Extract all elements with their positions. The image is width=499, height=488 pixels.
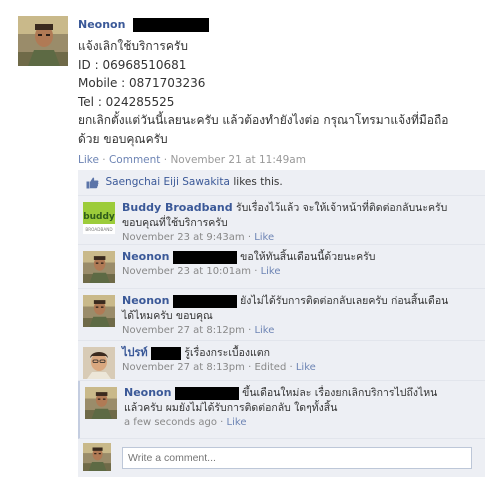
separator-dot: · [102,154,109,166]
comment-meta: November 27 at 8:12pm · Like [122,325,275,336]
comment-author[interactable]: Neonon [124,386,171,399]
comment-body: Neonon ขึ้นเดือนใหม่ละ เรื่องยกเลิกบริกา… [124,385,479,428]
post-message-line: ยกเลิกตั้งแต่วันนี้เลยนะครับ แล้วต้องทำย… [78,113,449,127]
comment-item-new: Neonon ขึ้นเดือนใหม่ละ เรื่องยกเลิกบริกา… [78,381,485,439]
redaction-bar [174,386,239,400]
commenter-avatar[interactable] [83,251,115,283]
redaction-bar [151,346,182,360]
comment-body: Neonon ยังไม่ได้รับการติดต่อกลับเลยครับ … [122,293,477,336]
post-message-line: ด้วย ขอบคุณครับ [78,131,168,146]
comment-meta: November 23 at 10:01am · Like [122,266,281,277]
comment-timestamp[interactable]: November 23 at 9:43am [122,232,245,243]
comment-author[interactable]: Neonon [122,294,169,307]
comment-meta: November 23 at 9:43am · Like [122,232,275,243]
post-like-link[interactable]: Like [78,154,99,166]
comment-text: ขอบคุณที่ใช้บริการครับ [122,217,228,229]
commenter-avatar[interactable] [83,347,115,379]
comment-body: Neonon ขอให้ทันสิ้นเดือนนี้ด้วยนะครับ No… [122,249,477,277]
comment-text: รู้เรื่องกระเบื้องแตก [184,347,270,359]
comment-timestamp[interactable]: November 27 at 8:13pm [122,362,245,373]
comment-text: ยังไม่ได้รับการติดต่อกลับเลยครับ ก่อนสิ้… [240,295,449,307]
comment-timestamp[interactable]: November 27 at 8:12pm [122,325,245,336]
redaction-bar [132,18,209,32]
comment-like-link[interactable]: Like [254,232,274,243]
commenter-avatar[interactable] [85,387,117,419]
comment-meta: November 27 at 8:13pm · Edited · Like [122,362,316,373]
post-timestamp[interactable]: November 21 at 11:49am [170,154,305,166]
comment-text: ขึ้นเดือนใหม่ละ เรื่องยกเลิกบริการไปถึงไ… [242,387,438,399]
redaction-bar [172,250,237,264]
comment-author[interactable]: ไปรท์ [122,346,148,359]
write-comment-input[interactable] [122,447,472,469]
thumbs-up-icon [86,177,99,188]
comment-meta: a few seconds ago · Like [124,417,247,428]
buddy-broadband-logo[interactable]: buddy BROADBAND [83,202,115,234]
post-message-line: Tel : 024285525 [78,94,175,109]
post-message-line: ID : 06968510681 [78,57,187,72]
comment-edited-label[interactable]: Edited [254,362,286,373]
comment-body: Buddy Broadband รับเรื่องไว้แล้ว จะให้เจ… [122,200,477,243]
post-author-name[interactable]: Neonon [78,18,125,31]
comment-timestamp[interactable]: a few seconds ago [124,417,217,428]
post-body: Neonon แจ้งเลิกใช้บริการครับ ID : 069685… [78,18,488,166]
likes-summary: Saengchai Eiji Sawakita likes this. [78,170,485,196]
comment-text: แล้วครับ ผมยังไม่ได้รับการติดต่อกลับ ใดๆ… [124,402,338,414]
comment-like-link[interactable]: Like [254,325,274,336]
likes-suffix: likes this. [233,176,283,188]
feedback-box: Saengchai Eiji Sawakita likes this. budd… [78,170,485,477]
comment-composer [78,439,485,477]
comment-item: Neonon ยังไม่ได้รับการติดต่อกลับเลยครับ … [78,289,485,341]
comment-text: รับเรื่องไว้แล้ว จะให้เจ้าหน้าที่ติดต่อก… [235,202,448,214]
svg-text:buddy: buddy [83,212,115,222]
post-actions: Like · Comment · November 21 at 11:49am [78,154,488,166]
comment-like-link[interactable]: Like [227,417,247,428]
svg-text:BROADBAND: BROADBAND [85,227,112,232]
post-comment-link[interactable]: Comment [109,154,160,166]
comment-body: ไปรท์ รู้เรื่องกระเบื้องแตก November 27 … [122,345,477,373]
current-user-avatar[interactable] [83,443,111,471]
post-message-line: Mobile : 0871703236 [78,76,206,90]
author-avatar[interactable] [18,16,68,66]
post-message-line: แจ้งเลิกใช้บริการครับ [78,39,188,53]
redaction-bar [172,294,237,308]
commenter-avatar[interactable] [83,295,115,327]
comment-author[interactable]: Neonon [122,250,169,263]
comment-timestamp[interactable]: November 23 at 10:01am [122,266,251,277]
comment-item: Neonon ขอให้ทันสิ้นเดือนนี้ด้วยนะครับ No… [78,245,485,289]
comment-text: ได้ไหมครับ ขอบคุณ [122,310,213,322]
comment-item: ไปรท์ รู้เรื่องกระเบื้องแตก November 27 … [78,341,485,381]
comment-text: ขอให้ทันสิ้นเดือนนี้ด้วยนะครับ [240,251,376,263]
comment-like-link[interactable]: Like [296,362,316,373]
comment-item: buddy BROADBAND Buddy Broadband รับเรื่อ… [78,196,485,245]
comment-author[interactable]: Buddy Broadband [122,201,233,214]
comment-like-link[interactable]: Like [261,266,281,277]
likers-names[interactable]: Saengchai Eiji Sawakita [106,176,230,188]
post-message: แจ้งเลิกใช้บริการครับ ID : 06968510681 M… [78,37,488,148]
